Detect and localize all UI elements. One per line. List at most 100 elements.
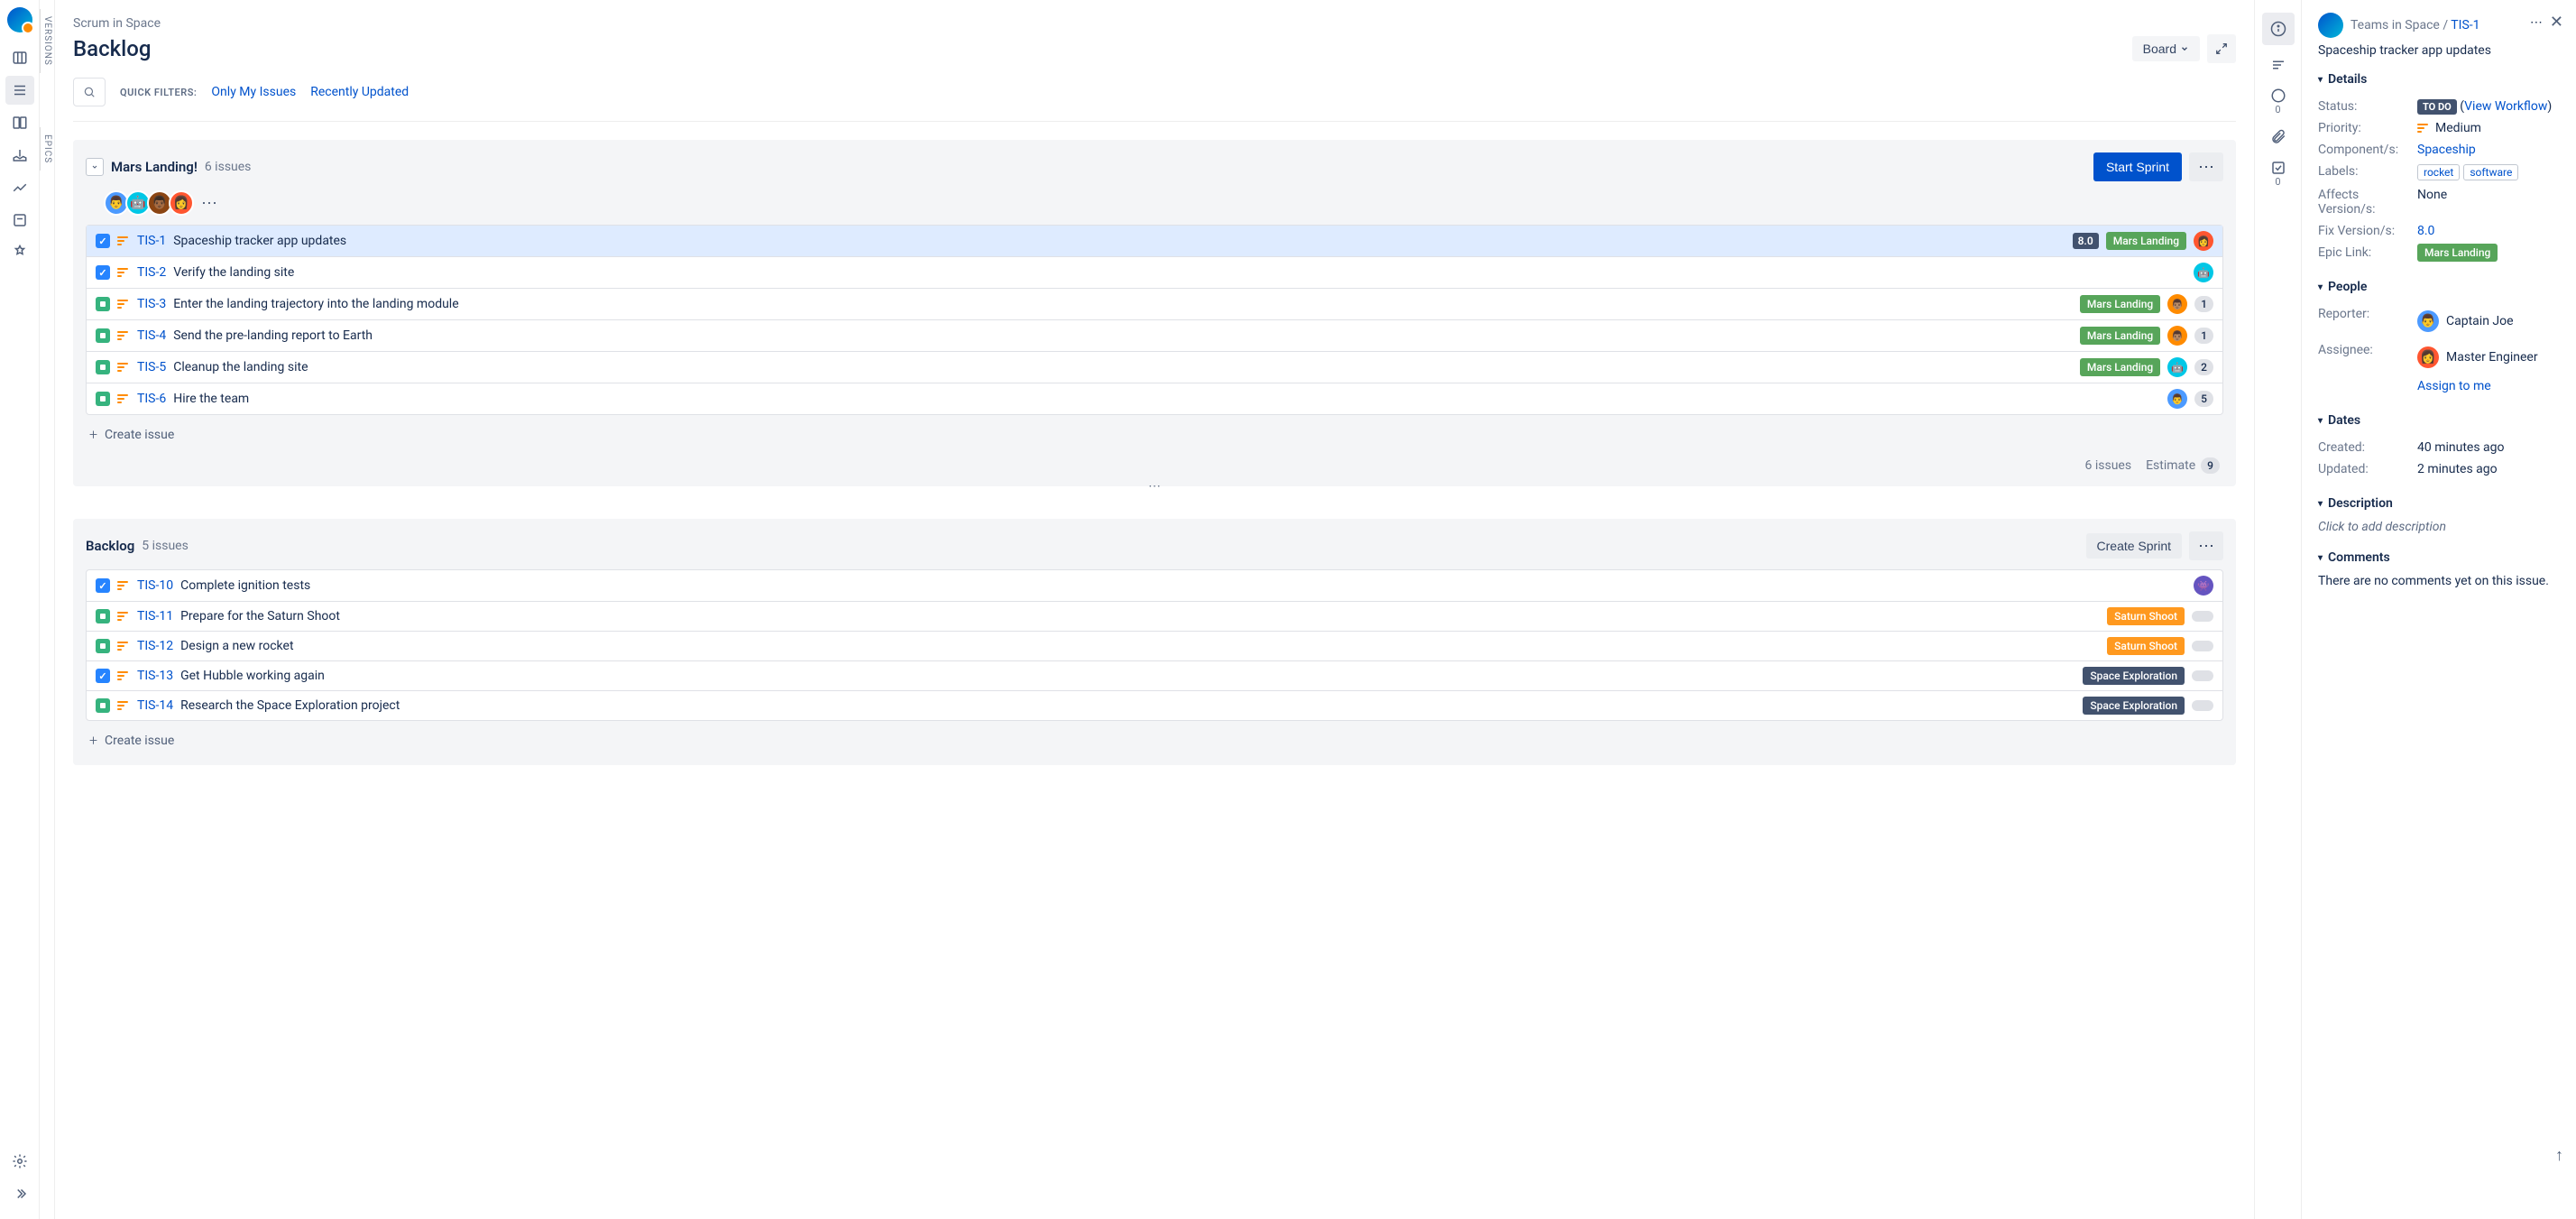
assignee-avatar[interactable]: 🤖 [2167, 357, 2187, 377]
issue-row[interactable]: TIS-6Hire the team👨5 [87, 383, 2222, 414]
issue-summary: Spaceship tracker app updates [173, 234, 2065, 248]
issue-key-link[interactable]: TIS-14 [137, 698, 173, 713]
issue-key-link[interactable]: TIS-2 [137, 265, 166, 280]
epic-badge[interactable]: Space Exploration [2083, 667, 2185, 685]
project-logo-icon[interactable] [7, 7, 32, 32]
nav-reports-icon[interactable] [5, 173, 34, 202]
avatar: 👩 [2417, 346, 2439, 368]
section-people-header[interactable]: ▾People [2318, 280, 2560, 294]
issue-row[interactable]: TIS-2Verify the landing site🤖 [87, 257, 2222, 289]
assignee-name: Master Engineer [2446, 350, 2538, 365]
details-tab-subtasks-icon[interactable]: 0 [2262, 157, 2295, 189]
view-workflow-link[interactable]: View Workflow [2464, 99, 2547, 114]
priority-icon [117, 298, 130, 310]
assignee-avatar[interactable]: 🤖 [2194, 263, 2213, 282]
details-tab-info-icon[interactable] [2262, 13, 2295, 45]
nav-settings-icon[interactable] [5, 1147, 34, 1176]
issue-key-link[interactable]: TIS-6 [137, 392, 166, 406]
details-tab-comments-icon[interactable]: 0 [2262, 85, 2295, 117]
nav-expand-icon[interactable] [5, 1179, 34, 1208]
issue-row[interactable]: TIS-1Spaceship tracker app updates8.0Mar… [87, 226, 2222, 257]
epic-badge[interactable]: Mars Landing [2080, 295, 2160, 313]
more-avatars-button[interactable]: ⋯ [201, 194, 217, 213]
issue-row[interactable]: TIS-13 Get Hubble working again Space Expl… [87, 661, 2222, 691]
issue-key-link[interactable]: TIS-5 [137, 360, 166, 374]
unassigned-pill[interactable] [2192, 670, 2213, 681]
unassigned-pill[interactable] [2192, 700, 2213, 711]
nav-board-icon[interactable] [5, 43, 34, 72]
issue-key-link[interactable]: TIS-11 [137, 609, 173, 623]
filter-recently-updated[interactable]: Recently Updated [310, 85, 409, 99]
epic-badge[interactable]: Saturn Shoot [2107, 607, 2185, 625]
section-comments-header[interactable]: ▾Comments [2318, 550, 2560, 565]
breadcrumb: Scrum in Space [73, 0, 2236, 31]
start-sprint-button[interactable]: Start Sprint [2093, 152, 2182, 181]
epic-badge[interactable]: Mars Landing [2106, 232, 2186, 250]
create-sprint-button[interactable]: Create Sprint [2086, 533, 2182, 559]
epic-badge[interactable]: Saturn Shoot [2107, 637, 2185, 655]
epic-badge[interactable]: Mars Landing [2080, 358, 2160, 376]
assignee-avatar[interactable]: 👨 [2167, 389, 2187, 409]
backlog-more-button[interactable]: ⋯ [2189, 531, 2223, 560]
create-issue-link[interactable]: + Create issue [86, 721, 2223, 753]
nav-pages-icon[interactable] [5, 206, 34, 235]
scroll-to-top-button[interactable]: ↑ [2555, 1146, 2563, 1165]
issue-key-link[interactable]: TIS-13 [137, 669, 173, 683]
section-divider[interactable]: ⋯ [73, 479, 2236, 494]
board-dropdown-button[interactable]: Board [2132, 36, 2200, 61]
tab-versions[interactable]: VERSIONS [40, 9, 54, 73]
avatar[interactable]: 👩 [169, 190, 194, 216]
fix-version-link[interactable]: 8.0 [2417, 224, 2560, 238]
issue-key-link[interactable]: TIS-12 [137, 639, 173, 653]
issue-key-link[interactable]: TIS-10 [137, 578, 173, 593]
issue-summary: Get Hubble working again [180, 669, 2075, 683]
issue-row[interactable]: TIS-11 Prepare for the Saturn Shoot Saturn… [87, 602, 2222, 632]
issue-row[interactable]: TIS-14Research the Space Exploration pro… [87, 691, 2222, 720]
add-description-hint[interactable]: Click to add description [2318, 520, 2560, 534]
issue-row[interactable]: TIS-5Cleanup the landing siteMars Landin… [87, 352, 2222, 383]
nav-ship-icon[interactable] [5, 141, 34, 170]
issue-key-link[interactable]: TIS-4 [137, 328, 166, 343]
close-details-button[interactable]: ✕ [2550, 13, 2563, 32]
details-tab-attachments-icon[interactable] [2262, 121, 2295, 153]
details-tab-description-icon[interactable] [2262, 49, 2295, 81]
issue-summary: Prepare for the Saturn Shoot [180, 609, 2100, 623]
create-issue-link[interactable]: + Create issue [86, 415, 2223, 447]
component-link[interactable]: Spaceship [2417, 143, 2560, 157]
nav-components-icon[interactable] [5, 238, 34, 267]
unassigned-pill[interactable] [2192, 611, 2213, 622]
sprint-more-button[interactable]: ⋯ [2189, 152, 2223, 181]
assign-to-me-link[interactable]: Assign to me [2417, 379, 2560, 393]
assignee-avatar[interactable]: 👨🏽 [2167, 326, 2187, 346]
epic-link-badge[interactable]: Mars Landing [2417, 244, 2498, 262]
unassigned-pill[interactable] [2192, 641, 2213, 651]
assignee-avatar[interactable]: 👨🏽 [2167, 294, 2187, 314]
section-dates-header[interactable]: ▾Dates [2318, 413, 2560, 428]
label-tag[interactable]: software [2463, 164, 2518, 180]
label-tag[interactable]: rocket [2417, 164, 2460, 180]
section-details-header[interactable]: ▾Details [2318, 72, 2560, 87]
details-more-button[interactable]: ⋯ [2530, 15, 2543, 30]
issue-key-link[interactable]: TIS-3 [137, 297, 166, 311]
assignee-avatar[interactable]: 👾 [2194, 576, 2213, 596]
fullscreen-button[interactable] [2207, 34, 2236, 63]
assignee-avatar[interactable]: 👩 [2194, 231, 2213, 251]
section-description-header[interactable]: ▾Description [2318, 496, 2560, 511]
priority-icon [117, 670, 130, 682]
details-issue-key-link[interactable]: TIS-1 [2451, 18, 2479, 32]
issue-row[interactable]: TIS-10Complete ignition tests👾 [87, 570, 2222, 602]
search-button[interactable] [73, 78, 106, 106]
issue-key-link[interactable]: TIS-1 [137, 234, 166, 248]
issue-row[interactable]: TIS-4Send the pre-landing report to Eart… [87, 320, 2222, 352]
collapse-sprint-button[interactable] [86, 158, 104, 176]
chevron-down-icon [91, 163, 98, 171]
chevron-down-icon [2180, 44, 2189, 53]
nav-backlog-icon[interactable] [5, 76, 34, 105]
issue-row[interactable]: TIS-12Design a new rocketSaturn Shoot [87, 632, 2222, 661]
nav-sprints-icon[interactable] [5, 108, 34, 137]
issue-row[interactable]: TIS-3Enter the landing trajectory into t… [87, 289, 2222, 320]
epic-badge[interactable]: Mars Landing [2080, 327, 2160, 345]
tab-epics[interactable]: EPICS [40, 127, 54, 171]
filter-only-my-issues[interactable]: Only My Issues [211, 85, 296, 99]
epic-badge[interactable]: Space Exploration [2083, 697, 2185, 715]
